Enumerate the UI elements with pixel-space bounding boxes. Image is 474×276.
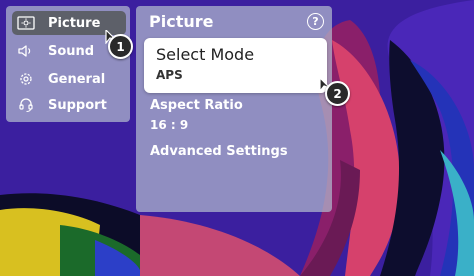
sidebar-item-support[interactable]: Support: [12, 93, 126, 117]
select-mode-value: APS: [156, 68, 183, 82]
aspect-ratio-value: 16 : 9: [150, 118, 189, 132]
gear-icon: [12, 71, 40, 87]
speaker-icon: [12, 44, 40, 58]
select-mode-label: Select Mode: [156, 45, 255, 64]
settings-sidebar: Picture Sound General Support: [6, 6, 130, 122]
sidebar-item-label: Support: [48, 97, 107, 113]
select-mode-button[interactable]: Select Mode APS: [144, 38, 327, 93]
sidebar-item-label: General: [48, 71, 106, 87]
panel-title: Picture: [149, 12, 214, 31]
sidebar-item-general[interactable]: General: [12, 67, 126, 91]
aspect-ratio-label[interactable]: Aspect Ratio: [150, 98, 243, 113]
headset-icon: [12, 97, 40, 113]
picture-settings-panel: Picture ? Select Mode APS Aspect Ratio 1…: [136, 6, 332, 212]
picture-icon: [12, 16, 40, 30]
step-2-badge: 2: [325, 81, 350, 106]
step-1-badge: 1: [108, 34, 133, 59]
sidebar-item-label: Sound: [48, 43, 95, 59]
help-icon[interactable]: ?: [307, 13, 324, 30]
advanced-settings-item[interactable]: Advanced Settings: [150, 144, 288, 159]
sidebar-item-label: Picture: [48, 15, 101, 31]
